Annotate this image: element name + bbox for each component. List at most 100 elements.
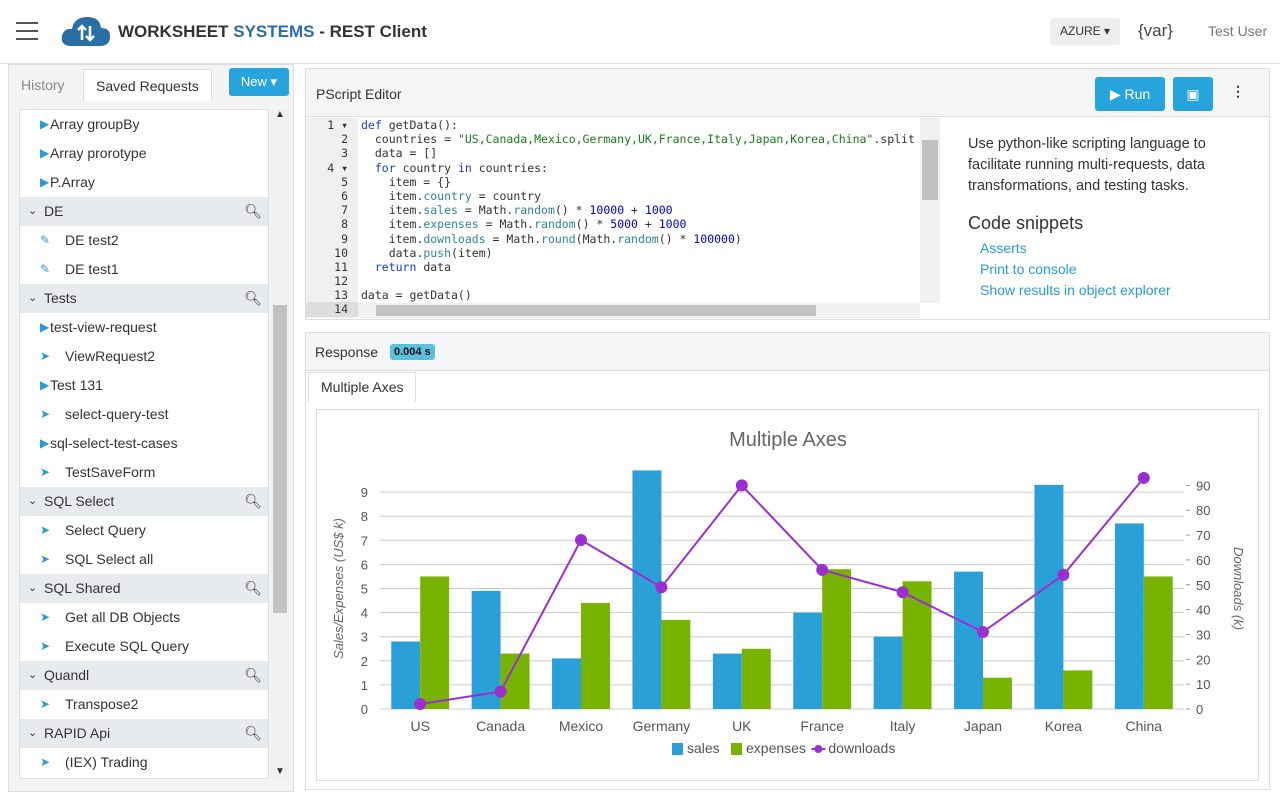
- list-item[interactable]: ➤ ViewRequest2: [20, 342, 268, 371]
- group-label: SQL Select: [44, 493, 115, 509]
- new-button[interactable]: New ▾: [229, 68, 289, 96]
- editor-vscroll-thumb[interactable]: [922, 140, 938, 200]
- group-header[interactable]: ⌄ DE 🔍︎: [20, 197, 268, 226]
- chevron-down-icon[interactable]: ⌄: [28, 487, 37, 516]
- chart-title: Multiple Axes: [729, 429, 847, 451]
- legend-label-downloads: downloads: [828, 740, 895, 756]
- group-header[interactable]: ⌄ Quandl 🔍︎: [20, 661, 268, 690]
- y-tick-label: 6: [361, 557, 368, 572]
- scroll-up-icon[interactable]: ▲: [271, 109, 289, 120]
- help-text: Use python-like scripting language to fa…: [968, 136, 1206, 194]
- chevron-down-icon[interactable]: ⌄: [28, 661, 37, 690]
- list-item[interactable]: ➤ Get all DB Objects: [20, 603, 268, 632]
- downloads-point: [575, 534, 587, 547]
- search-icon[interactable]: 🔍︎: [244, 284, 262, 313]
- menu-icon[interactable]: [16, 22, 38, 46]
- y2-axis-label: Downloads (k): [1231, 547, 1246, 630]
- y2-tick-label: 20: [1196, 652, 1210, 667]
- scroll-thumb[interactable]: [273, 305, 287, 613]
- y2-tick-label: 0: [1196, 702, 1203, 717]
- play-icon: ▶: [40, 320, 50, 334]
- edit-icon: ✎: [40, 262, 51, 276]
- chevron-down-icon[interactable]: ⌄: [28, 284, 37, 313]
- list-item[interactable]: ➤ (IEX) Trading: [20, 748, 268, 777]
- group-header[interactable]: ⌄ RAPID Api 🔍︎: [20, 719, 268, 748]
- line-number: 11: [334, 259, 348, 274]
- line-number: 10: [334, 245, 348, 260]
- line-number: 13: [334, 288, 348, 303]
- x-tick-label: US: [410, 718, 429, 734]
- sidebar: History Saved Requests New ▾ ▶ Array grou…: [8, 64, 294, 792]
- x-tick-label: Canada: [476, 718, 525, 734]
- code-line: for country in countries:: [374, 160, 548, 175]
- more-options-icon[interactable]: ⋮: [1231, 83, 1245, 100]
- save-button[interactable]: ▣: [1173, 77, 1213, 111]
- response-panel: Response 0.004 s Multiple Axes Multiple …: [305, 332, 1270, 790]
- environment-dropdown[interactable]: AZURE ▾: [1050, 18, 1121, 45]
- x-tick-label: Korea: [1045, 718, 1083, 734]
- brand-main: WORKSHEET: [118, 22, 229, 41]
- list-item[interactable]: ➤ Transpose2: [20, 690, 268, 719]
- tab-multiple-axes[interactable]: Multiple Axes: [308, 372, 417, 402]
- variables-button[interactable]: {var}: [1138, 21, 1173, 41]
- list-item[interactable]: ▶ test-view-request: [20, 313, 268, 342]
- list-item[interactable]: ✎ DE test2: [20, 226, 268, 255]
- code-line: item.expenses = Math.random() * 5000 + 1…: [361, 217, 687, 232]
- list-item[interactable]: ▶ Test 131: [20, 371, 268, 400]
- floppy-icon: ▣: [1186, 86, 1200, 102]
- tab-history[interactable]: History: [9, 69, 77, 101]
- list-item[interactable]: ➤ TestSaveForm: [20, 458, 268, 487]
- group-header[interactable]: ⌄ SQL Select 🔍︎: [20, 487, 268, 516]
- chevron-down-icon[interactable]: ⌄: [28, 197, 37, 226]
- y2-tick-label: 90: [1196, 478, 1210, 493]
- list-item[interactable]: ➤ Execute SQL Query: [20, 632, 268, 661]
- list-item[interactable]: ✎ DE test1: [20, 255, 268, 284]
- line-number: 7: [341, 203, 348, 218]
- editor-hscroll-thumb[interactable]: [376, 305, 816, 316]
- list-item[interactable]: ▶ P.Array: [20, 168, 268, 197]
- env-label: AZURE: [1060, 24, 1101, 38]
- sales-bar: [793, 612, 823, 709]
- line-number: 2: [341, 132, 348, 147]
- search-icon[interactable]: 🔍︎: [244, 574, 262, 603]
- editor-panel: PScript Editor ▶ Run ▣ ⋮ 1 ▾ 2 3 4 ▾ 5 6 7 8 9 10…: [305, 68, 1270, 320]
- scroll-down-icon[interactable]: ▼: [275, 766, 285, 777]
- list-item[interactable]: ▶ sql-select-test-cases: [20, 429, 268, 458]
- code-editor[interactable]: 1 ▾ 2 3 4 ▾ 5 6 7 8 9 10 11 12 13 14 def getData(): c…: [306, 118, 942, 318]
- run-button[interactable]: ▶ Run: [1095, 77, 1165, 111]
- line-number: 5: [341, 174, 348, 189]
- list-item[interactable]: ➤ Select Query: [20, 516, 268, 545]
- code-line: data = []: [361, 146, 438, 161]
- search-icon[interactable]: 🔍︎: [244, 719, 262, 748]
- list-item[interactable]: ➤ SQL Select all: [20, 545, 268, 574]
- list-item[interactable]: ▶ Array groupBy: [20, 110, 268, 139]
- top-bar: WORKSHEET SYSTEMS - REST Client AZURE ▾ …: [0, 0, 1280, 64]
- sales-bar: [954, 571, 983, 709]
- editor-vscroll[interactable]: [920, 118, 940, 303]
- snippet-object-explorer[interactable]: Show results in object explorer: [968, 280, 1256, 301]
- snippet-print-console[interactable]: Print to console: [968, 259, 1256, 280]
- search-icon[interactable]: 🔍︎: [244, 661, 262, 690]
- sales-bar: [391, 641, 421, 709]
- play-icon: ▶: [40, 117, 50, 131]
- group-header[interactable]: ⌄ Tests 🔍︎: [20, 284, 268, 313]
- expenses-bar: [822, 569, 852, 709]
- group-header[interactable]: ⌄ SQL Shared 🔍︎: [20, 574, 268, 603]
- search-icon[interactable]: 🔍︎: [244, 197, 262, 226]
- tab-saved-requests[interactable]: Saved Requests: [83, 69, 212, 101]
- snippet-asserts[interactable]: Asserts: [968, 238, 1256, 259]
- chevron-down-icon[interactable]: ⌄: [28, 719, 37, 748]
- search-icon[interactable]: 🔍︎: [244, 487, 262, 516]
- item-label: select-query-test: [65, 406, 169, 422]
- group-label: SQL Shared: [44, 580, 121, 596]
- list-item[interactable]: ➤ select-query-test: [20, 400, 268, 429]
- list-item[interactable]: ▶ Array prorotype: [20, 139, 268, 168]
- legend-swatch-expenses: [731, 743, 742, 755]
- y2-tick-label: 70: [1196, 528, 1210, 543]
- y2-tick-label: 60: [1196, 553, 1210, 568]
- code-content[interactable]: def getData(): countries = "US,Canada,Me…: [361, 118, 915, 317]
- sidebar-scrollbar[interactable]: ▲ ▼: [271, 109, 289, 779]
- chevron-down-icon[interactable]: ⌄: [28, 574, 37, 603]
- editor-hscroll[interactable]: [358, 303, 920, 318]
- user-menu[interactable]: Test User: [1208, 23, 1267, 39]
